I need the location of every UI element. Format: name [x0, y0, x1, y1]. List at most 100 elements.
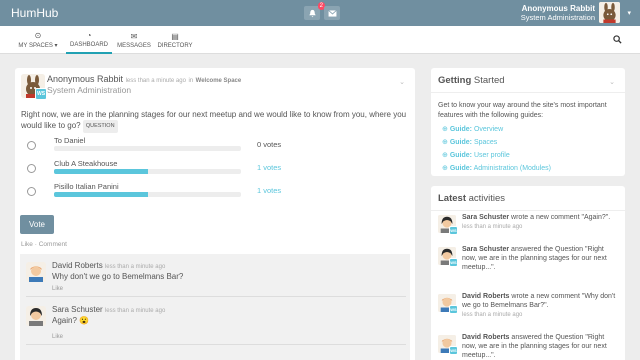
nav-dashboard-label: DASHBOARD: [69, 41, 108, 48]
activity-text: Sara Schuster answered the Question "Rig…: [462, 245, 620, 272]
dashboard-icon: ◔: [86, 30, 92, 40]
activity-user[interactable]: David Roberts: [462, 334, 509, 341]
post-space-link[interactable]: Welcome Space: [196, 78, 242, 84]
panel-title-bold: Latest: [438, 193, 466, 204]
guide-link-overview[interactable]: ⊕ Guide: Overview: [442, 125, 503, 133]
poll-option-votes: 0 votes: [257, 140, 282, 149]
vote-button[interactable]: Vote: [20, 215, 54, 234]
activity-time: less than a minute ago: [462, 224, 523, 230]
post-in-label: in: [188, 78, 194, 84]
account-user-role: System Administration: [520, 13, 595, 22]
poll-option-bar: [54, 169, 241, 174]
comment-text: Why don't we go to Bemelmans Bar?: [52, 272, 184, 281]
activity-user[interactable]: Sara Schuster: [462, 214, 509, 221]
poll-option[interactable]: To Daniel 0 votes: [23, 136, 313, 154]
action-separator: ·: [34, 241, 37, 248]
play-circle-icon: ⊕: [442, 139, 448, 146]
poll-option[interactable]: Club A Steakhouse 1 votes: [23, 159, 313, 177]
guide-prefix: Guide:: [449, 126, 472, 133]
user-avatar-icon: [26, 306, 46, 326]
nav-directory[interactable]: ▤ DIRECTORY: [157, 26, 193, 54]
poll-option-label: To Daniel: [54, 136, 86, 145]
guide-link-administration[interactable]: ⊕ Guide: Administration (Modules): [442, 164, 551, 172]
account-avatar[interactable]: [599, 2, 620, 23]
nav-messages[interactable]: ✉ MESSAGES: [114, 26, 154, 54]
comment-link[interactable]: Comment: [39, 241, 67, 248]
post-author-subtitle: System Administration: [47, 85, 132, 95]
guide-label: Administration (Modules): [473, 165, 551, 172]
poll-option-radio[interactable]: [27, 187, 36, 196]
panel-title-rest: Started: [473, 75, 505, 86]
brand-logo[interactable]: HumHub: [11, 6, 58, 20]
nav-my-spaces[interactable]: ⊙ MY SPACES ▾: [14, 26, 62, 54]
bell-icon: [308, 9, 316, 17]
activity-user[interactable]: Sara Schuster: [462, 246, 509, 253]
messages-button[interactable]: [324, 6, 340, 20]
play-circle-icon: ⊕: [442, 126, 448, 133]
search-button[interactable]: [613, 35, 622, 46]
top-navbar: HumHub 2 Anonymous Rabbit System Adminis…: [0, 0, 640, 26]
comment-like-link[interactable]: Like: [52, 334, 63, 340]
guide-link-user-profile[interactable]: ⊕ Guide: User profile: [442, 151, 510, 159]
comment-author-avatar[interactable]: [26, 262, 46, 282]
activity-item[interactable]: WS David Roberts wrote a new comment "Wh…: [438, 292, 620, 324]
account-user-name[interactable]: Anonymous Rabbit: [522, 4, 595, 13]
comment-text: Again? 😮: [52, 316, 90, 325]
space-badge[interactable]: WS: [35, 88, 47, 100]
poll-option-votes[interactable]: 1 votes: [257, 163, 281, 172]
getting-started-description: Get to know your way around the site's m…: [438, 102, 607, 119]
comment-author-name[interactable]: Sara Schuster: [52, 305, 103, 314]
nav-directory-label: DIRECTORY: [157, 42, 193, 49]
activity-text: Sara Schuster wrote a new comment "Again…: [462, 213, 620, 232]
post-header: Anonymous Rabbit less than a minute ago …: [47, 74, 241, 84]
activity-item[interactable]: WS Sara Schuster wrote a new comment "Ag…: [438, 213, 620, 245]
post-menu-chevron-icon[interactable]: ⌄: [399, 78, 405, 86]
activity-item[interactable]: WS David Roberts answered the Question "…: [438, 333, 620, 360]
activity-time: less than a minute ago: [462, 312, 523, 318]
latest-activities-panel: Latest activities WS Sara Schuster wrote…: [431, 186, 625, 360]
poll-option-radio[interactable]: [27, 164, 36, 173]
activity-text: David Roberts wrote a new comment "Why d…: [462, 292, 620, 320]
poll-option-label: Club A Steakhouse: [54, 159, 118, 168]
post-author-name[interactable]: Anonymous Rabbit: [47, 74, 123, 84]
guide-prefix: Guide:: [449, 165, 472, 172]
poll-option[interactable]: Pisillo Italian Panini 1 votes: [23, 182, 313, 200]
comment-like-link[interactable]: Like: [52, 286, 63, 292]
like-link[interactable]: Like: [21, 241, 33, 248]
panel-divider: [431, 210, 625, 211]
panel-divider: [431, 92, 625, 93]
activity-text: David Roberts answered the Question "Rig…: [462, 333, 620, 360]
poll-option-bar: [54, 146, 241, 151]
panel-title: Getting Started: [438, 75, 505, 86]
play-circle-icon: ⊕: [442, 152, 448, 159]
space-badge: WS: [449, 346, 458, 355]
comment-divider: [26, 344, 406, 345]
poll-option-label: Pisillo Italian Panini: [54, 182, 119, 191]
post-actions: Like · Comment: [21, 241, 67, 248]
poll-option-votes[interactable]: 1 votes: [257, 186, 281, 195]
comment-author-avatar[interactable]: [26, 306, 46, 326]
space-badge: WS: [449, 258, 458, 267]
question-text: Right now, we are in the planning stages…: [21, 110, 407, 130]
notifications-button[interactable]: 2: [304, 2, 325, 20]
panel-title: Latest activities: [438, 193, 505, 204]
activity-item[interactable]: WS Sara Schuster answered the Question "…: [438, 245, 620, 289]
space-badge: WS: [449, 226, 458, 235]
envelope-icon: ✉: [130, 31, 138, 41]
poll-option-radio[interactable]: [27, 141, 36, 150]
question-type-badge: QUESTION: [82, 120, 118, 133]
account-dropdown-caret-icon[interactable]: ▾: [627, 9, 631, 17]
space-badge: WS: [449, 305, 458, 314]
rabbit-avatar-icon: [599, 2, 620, 23]
post-card: WS Anonymous Rabbit less than a minute a…: [15, 68, 415, 360]
guide-link-spaces[interactable]: ⊕ Guide: Spaces: [442, 138, 497, 146]
poll-option-bar-fill: [54, 169, 148, 174]
activity-user[interactable]: David Roberts: [462, 293, 509, 300]
guide-prefix: Guide:: [449, 152, 472, 159]
nav-messages-label: MESSAGES: [117, 42, 151, 49]
nav-dashboard[interactable]: ◔ DASHBOARD: [66, 26, 112, 54]
comment-author-name[interactable]: David Roberts: [52, 261, 103, 270]
guide-label: User profile: [473, 152, 510, 159]
panel-collapse-chevron-icon[interactable]: ⌄: [609, 78, 615, 86]
envelope-icon: [327, 9, 337, 17]
